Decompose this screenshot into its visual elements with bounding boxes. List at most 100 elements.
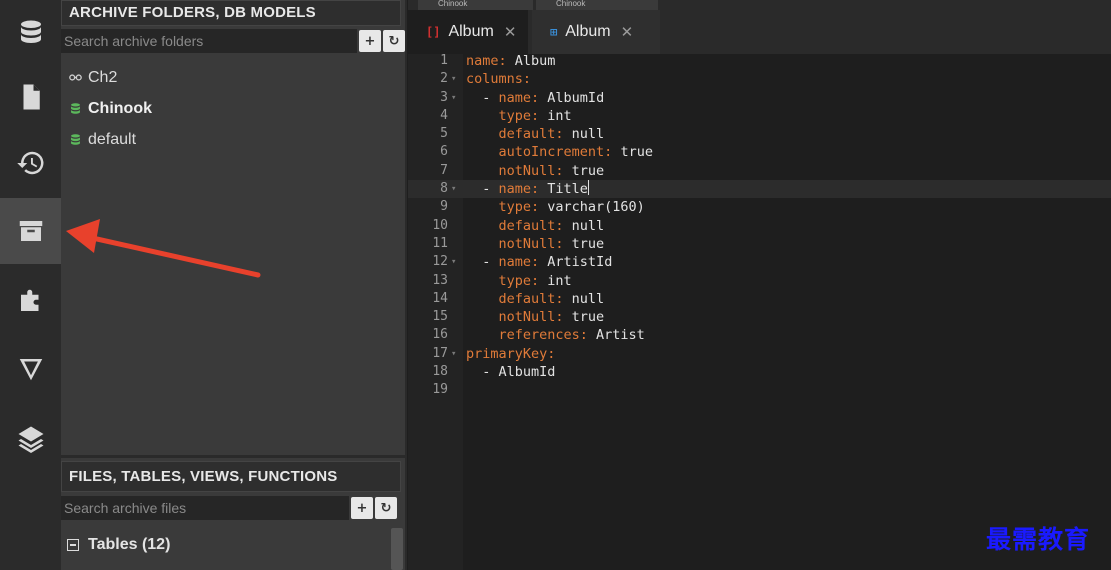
rail-database-button[interactable] xyxy=(0,0,61,66)
add-folder-button[interactable]: + xyxy=(359,30,381,52)
code-line[interactable]: 13 type: int xyxy=(408,272,1111,290)
yaml-value: null xyxy=(571,126,605,143)
mini-tabbar: Chinook Chinook xyxy=(408,0,1111,10)
code-line[interactable]: 7 notNull: true xyxy=(408,162,1111,180)
rail-archive-button[interactable] xyxy=(0,198,61,264)
archive-folders-search-input[interactable] xyxy=(61,29,357,53)
yaml-value: true xyxy=(571,309,605,326)
code-text: type: int xyxy=(466,272,572,290)
brackets-icon: [] xyxy=(426,25,441,39)
yaml-value: Album xyxy=(514,53,556,69)
yaml-value: - AlbumId xyxy=(466,364,556,381)
fold-toggle-icon[interactable]: ▾ xyxy=(451,253,456,271)
code-line[interactable]: 14 default: null xyxy=(408,290,1111,308)
code-text: - AlbumId xyxy=(466,363,555,381)
folder-item-default[interactable]: default xyxy=(61,124,401,155)
close-icon[interactable]: ✕ xyxy=(504,23,517,41)
code-text: name: Album xyxy=(466,52,555,70)
code-line[interactable]: 17 ▾ primaryKey: xyxy=(408,345,1111,363)
document-icon xyxy=(23,84,40,110)
tab-album-table[interactable]: ⊞ Album ✕ xyxy=(532,10,660,54)
code-line[interactable]: 19 xyxy=(408,381,1111,399)
code-line[interactable]: 10 default: null xyxy=(408,217,1111,235)
line-number: 11 xyxy=(432,235,448,251)
close-icon[interactable]: ✕ xyxy=(621,23,634,41)
code-area[interactable]: 1 name: Album 2 ▾ columns: 3 ▾ - name: AlbumId… xyxy=(408,52,1111,400)
yaml-key: autoIncrement: xyxy=(466,144,621,161)
code-line[interactable]: 11 notNull: true xyxy=(408,235,1111,253)
yaml-value: Title xyxy=(547,181,588,198)
code-text: primaryKey: xyxy=(466,345,555,363)
folder-item-ch2[interactable]: Ch2 xyxy=(61,62,401,93)
line-number: 19 xyxy=(432,382,448,398)
code-line[interactable]: 18 - AlbumId xyxy=(408,363,1111,381)
yaml-value: true xyxy=(571,162,605,179)
refresh-folders-button[interactable]: ↻ xyxy=(383,30,405,52)
watermark-logo: 最需教育 xyxy=(986,525,1091,554)
code-text: columns: xyxy=(466,70,531,88)
database-icon xyxy=(20,20,41,43)
rail-history-button[interactable] xyxy=(0,130,61,196)
yaml-key: primaryKey: xyxy=(466,345,556,362)
archive-files-search-input[interactable] xyxy=(61,496,349,520)
archive-folders-header: ARCHIVE FOLDERS, DB MODELS xyxy=(61,0,401,26)
code-line[interactable]: 2 ▾ columns: xyxy=(408,70,1111,88)
add-file-button[interactable]: + xyxy=(351,497,373,519)
rail-plugins-button[interactable] xyxy=(0,268,61,334)
archive-panel: ARCHIVE FOLDERS, DB MODELS + ↻ Ch2 Chino… xyxy=(61,0,407,570)
collapse-icon xyxy=(67,539,79,551)
files-scrollbar[interactable] xyxy=(391,528,403,570)
code-text: default: null xyxy=(466,290,605,308)
yaml-value: varchar(160) xyxy=(547,199,645,216)
code-text: - name: ArtistId xyxy=(466,253,612,271)
code-line[interactable]: 1 name: Album xyxy=(408,52,1111,70)
code-editor: Chinook Chinook [] Album ✕ ⊞ Album ✕ 1 na… xyxy=(408,0,1111,570)
tab-album-yaml[interactable]: [] Album ✕ xyxy=(408,10,528,54)
code-line[interactable]: 4 type: int xyxy=(408,107,1111,125)
line-number: 16 xyxy=(432,327,448,343)
yaml-key: default: xyxy=(466,126,572,143)
fold-toggle-icon[interactable]: ▾ xyxy=(451,89,456,107)
code-line[interactable]: 6 autoIncrement: true xyxy=(408,143,1111,161)
code-line[interactable]: 16 references: Artist xyxy=(408,326,1111,344)
yaml-key: name: xyxy=(498,254,548,271)
db-green-icon xyxy=(68,133,82,147)
yaml-value: true xyxy=(620,144,653,161)
tables-group-label: Tables (12) xyxy=(88,536,171,553)
fold-toggle-icon[interactable]: ▾ xyxy=(451,70,456,88)
yaml-value: null xyxy=(571,290,605,307)
code-text: autoIncrement: true xyxy=(466,143,653,161)
code-line[interactable]: 15 notNull: true xyxy=(408,308,1111,326)
mini-tab[interactable]: Chinook xyxy=(536,0,658,10)
yaml-key: references: xyxy=(466,327,597,344)
panel-divider[interactable] xyxy=(61,455,407,458)
fold-toggle-icon[interactable]: ▾ xyxy=(451,180,456,198)
code-line[interactable]: 9 type: varchar(160) xyxy=(408,198,1111,216)
code-line[interactable]: 8 ▾ - name: Title xyxy=(408,180,1111,199)
history-icon xyxy=(16,151,43,175)
line-number: 3 xyxy=(440,89,448,105)
archive-folders-search-row: + ↻ xyxy=(61,29,405,53)
code-line[interactable]: 3 ▾ - name: AlbumId xyxy=(408,89,1111,107)
yaml-value: true xyxy=(571,235,605,252)
tables-group-toggle[interactable]: Tables (12) xyxy=(61,530,170,560)
yaml-key: default: xyxy=(466,290,572,307)
line-number: 13 xyxy=(432,272,448,288)
line-number: 1 xyxy=(440,53,448,68)
filter-icon xyxy=(19,359,42,381)
rail-layers-button[interactable] xyxy=(0,406,61,472)
editor-tabbar: [] Album ✕ ⊞ Album ✕ xyxy=(408,10,1111,54)
rail-document-button[interactable] xyxy=(0,64,61,130)
folder-item-chinook[interactable]: Chinook xyxy=(61,93,401,124)
code-line[interactable]: 5 default: null xyxy=(408,125,1111,143)
line-number: 14 xyxy=(432,290,448,306)
yaml-value: - xyxy=(466,254,499,271)
fold-toggle-icon[interactable]: ▾ xyxy=(451,345,456,363)
rail-filter-button[interactable] xyxy=(0,336,61,402)
mini-tab[interactable]: Chinook xyxy=(418,0,533,10)
yaml-value: ArtistId xyxy=(547,254,613,271)
refresh-files-button[interactable]: ↻ xyxy=(375,497,397,519)
line-number: 15 xyxy=(432,309,448,325)
code-line[interactable]: 12 ▾ - name: ArtistId xyxy=(408,253,1111,271)
annotation-arrow-icon xyxy=(66,219,261,278)
